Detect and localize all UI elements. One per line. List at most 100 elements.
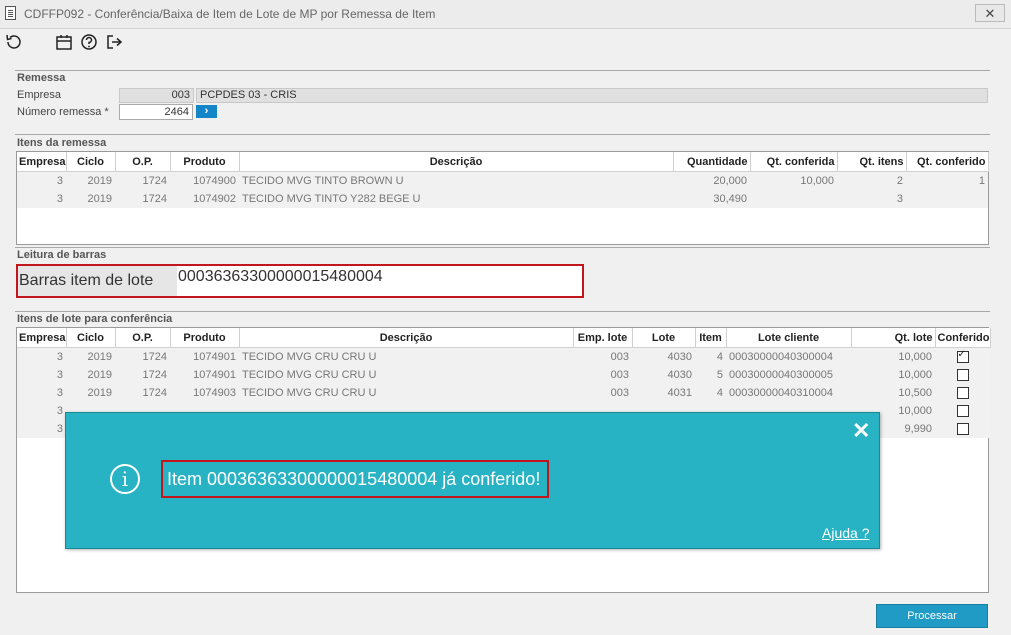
table-cell: 2: [837, 171, 906, 190]
itens-remessa-table[interactable]: Empresa Ciclo O.P. Produto Descrição Qua…: [16, 151, 989, 245]
table-cell: [935, 420, 990, 438]
table-cell: 10,000: [750, 171, 837, 190]
column-header[interactable]: Item: [695, 328, 727, 348]
empresa-label: Empresa: [17, 89, 62, 101]
process-button[interactable]: Processar: [876, 604, 988, 628]
table-row[interactable]: 3 2019 1724 1074901 TECIDO MVG CRU CRU U…: [17, 366, 990, 384]
table-cell: [935, 384, 990, 402]
table-row[interactable]: 3 2019 1724 1074903 TECIDO MVG CRU CRU U…: [17, 384, 990, 402]
table-cell: 1724: [115, 190, 170, 208]
column-header[interactable]: Qt. conferido: [906, 152, 989, 172]
column-header[interactable]: Qt. lote: [851, 328, 936, 348]
column-header[interactable]: Lote: [632, 328, 696, 348]
table-cell: 3: [17, 347, 66, 366]
conferido-checkbox[interactable]: [956, 349, 969, 364]
table-cell: 4030: [632, 347, 695, 366]
close-icon[interactable]: ✕: [852, 418, 870, 444]
table-cell: 4: [695, 347, 726, 366]
column-header[interactable]: Qt. conferida: [750, 152, 838, 172]
table-cell: TECIDO MVG TINTO BROWN U: [239, 171, 673, 190]
conferido-checkbox[interactable]: [956, 405, 969, 418]
window-title: CDFFP092 - Conferência/Baixa de Item de …: [24, 7, 436, 21]
table-cell: 003: [573, 366, 632, 384]
refresh-icon[interactable]: [4, 32, 24, 52]
table-cell: [906, 190, 988, 208]
column-header[interactable]: Descrição: [239, 328, 574, 348]
table-row[interactable]: 3 2019 1724 1074900 TECIDO MVG TINTO BRO…: [17, 171, 988, 190]
column-header[interactable]: Qt. itens: [837, 152, 907, 172]
barcode-label: Barras item de lote: [18, 266, 177, 296]
divider: [15, 311, 990, 312]
document-icon: [5, 6, 16, 20]
column-header[interactable]: O.P.: [115, 152, 171, 172]
exit-icon[interactable]: [104, 32, 124, 52]
close-window-button[interactable]: ✕: [975, 4, 1005, 22]
leitura-section-title: Leitura de barras: [17, 249, 107, 261]
column-header[interactable]: O.P.: [115, 328, 171, 348]
divider: [15, 70, 990, 71]
table-cell: 003: [573, 384, 632, 402]
column-header[interactable]: Empresa: [17, 328, 67, 348]
calendar-icon[interactable]: [54, 32, 74, 52]
divider: [15, 134, 990, 135]
table-cell: 3: [17, 366, 66, 384]
table-row[interactable]: 3 2019 1724 1074901 TECIDO MVG CRU CRU U…: [17, 347, 990, 366]
dialog-message: Item 00036363300000015480004 já conferid…: [161, 460, 549, 498]
table-cell: 2019: [66, 366, 115, 384]
table-cell: 1: [906, 171, 988, 190]
help-icon[interactable]: [79, 32, 99, 52]
column-header[interactable]: Emp. lote: [573, 328, 633, 348]
divider: [15, 247, 990, 248]
column-header[interactable]: Empresa: [17, 152, 67, 172]
table-cell: 1074901: [170, 366, 239, 384]
table-cell: [935, 366, 990, 384]
column-header[interactable]: Quantidade: [673, 152, 751, 172]
numero-remessa-label: Número remessa *: [17, 106, 109, 118]
table-cell: TECIDO MVG TINTO Y282 BEGE U: [239, 190, 673, 208]
barcode-field-group: Barras item de lote 00036363300000015480…: [16, 264, 584, 298]
itens-remessa-section-title: Itens da remessa: [17, 137, 107, 149]
table-cell: 2019: [66, 190, 115, 208]
table-cell: 1724: [115, 347, 170, 366]
conferido-checkbox[interactable]: [956, 423, 969, 436]
table-cell: 1074901: [170, 347, 239, 366]
table-cell: 1074903: [170, 384, 239, 402]
table-cell: 1074902: [170, 190, 239, 208]
table-cell: TECIDO MVG CRU CRU U: [239, 366, 573, 384]
column-header[interactable]: Descrição: [239, 152, 674, 172]
table-cell: 1724: [115, 171, 170, 190]
table-cell: 3: [837, 190, 906, 208]
conferido-checkbox[interactable]: [956, 369, 969, 382]
column-header[interactable]: Conferido: [935, 328, 991, 348]
info-dialog: ✕ i Item 00036363300000015480004 já conf…: [65, 412, 880, 549]
toolbar: [0, 29, 1011, 56]
table-cell: 00030000040300004: [726, 347, 851, 366]
barcode-input[interactable]: 00036363300000015480004: [178, 266, 383, 296]
table-cell: 4: [695, 384, 726, 402]
numero-remessa-input[interactable]: 2464: [119, 104, 193, 120]
table-cell: 4031: [632, 384, 695, 402]
table-cell: 3: [17, 402, 66, 420]
table-cell: 003: [573, 347, 632, 366]
search-remessa-button[interactable]: ›: [196, 105, 217, 118]
column-header[interactable]: Ciclo: [66, 152, 116, 172]
table-cell: 00030000040310004: [726, 384, 851, 402]
table-cell: 10,500: [851, 384, 935, 402]
column-header[interactable]: Ciclo: [66, 328, 116, 348]
help-link[interactable]: Ajuda ?: [822, 525, 869, 541]
table-cell: 1724: [115, 366, 170, 384]
column-header[interactable]: Lote cliente: [726, 328, 852, 348]
table-cell: 30,490: [673, 190, 750, 208]
column-header[interactable]: Produto: [170, 328, 240, 348]
table-cell: 3: [17, 171, 66, 190]
title-bar: CDFFP092 - Conferência/Baixa de Item de …: [0, 0, 1011, 29]
column-header[interactable]: Produto: [170, 152, 240, 172]
table-cell: 20,000: [673, 171, 750, 190]
empresa-code-field: 003: [119, 88, 194, 103]
table-cell: 3: [17, 384, 66, 402]
table-row[interactable]: 3 2019 1724 1074902 TECIDO MVG TINTO Y28…: [17, 190, 988, 208]
conferido-checkbox[interactable]: [956, 387, 969, 400]
table-cell: 2019: [66, 347, 115, 366]
empresa-name-field: PCPDES 03 - CRIS: [196, 88, 988, 103]
table-cell: TECIDO MVG CRU CRU U: [239, 347, 573, 366]
